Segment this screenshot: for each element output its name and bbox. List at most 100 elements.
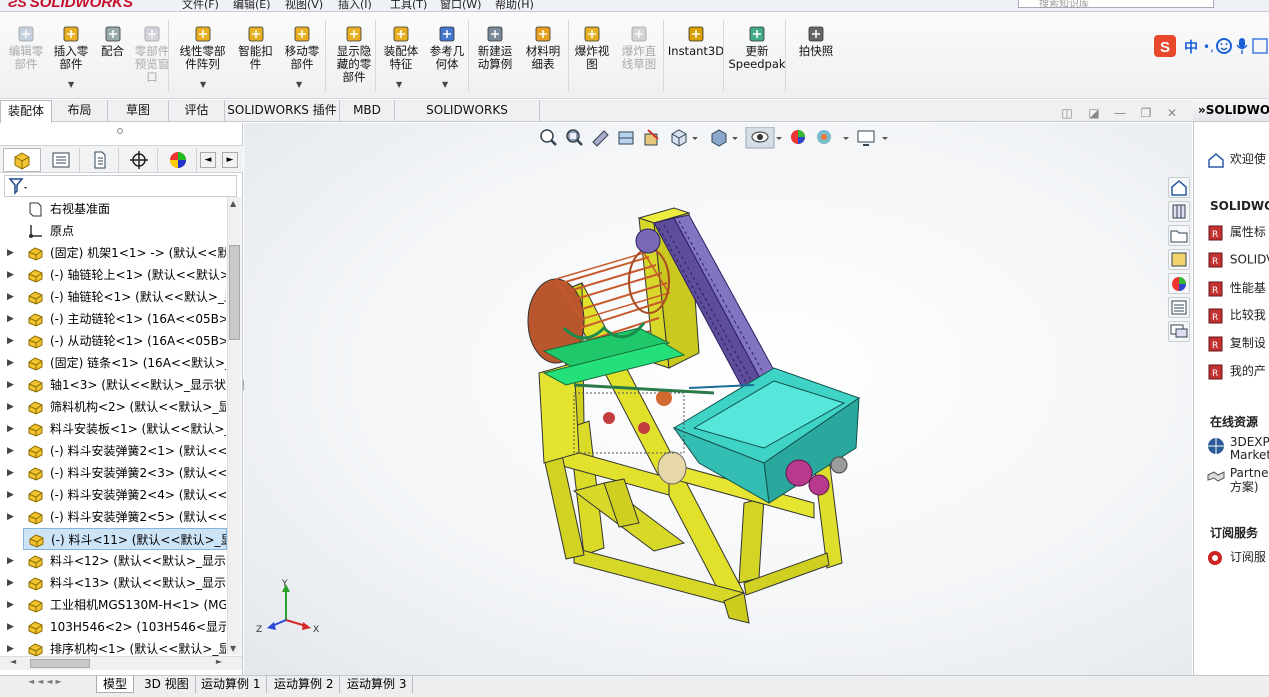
tp-design-library-tab[interactable]	[1168, 249, 1190, 270]
menu-view[interactable]: 视图(V)	[285, 0, 323, 11]
tab-nav-arrows[interactable]: ◄◄◄►	[28, 677, 90, 692]
tree-horizontal-scrollbar[interactable]: ◄ ►	[0, 656, 242, 670]
tab-model[interactable]: 模型	[96, 676, 135, 693]
tab-scroll-left[interactable]: ◄	[200, 152, 216, 168]
dropdown-arrow-icon[interactable]: ▼	[396, 80, 402, 89]
exploded-view-button[interactable]: 爆炸视 图	[571, 24, 613, 71]
tree-item[interactable]: ▶ (-) 料斗安装弹簧2<5> (默认<<默	[0, 506, 226, 528]
tp-item-solidworks[interactable]: R SOLIDV	[1206, 251, 1269, 269]
tree-item[interactable]: ▶ (-) 主动链轮<1> (16A<<05B>_	[0, 308, 226, 330]
tree-item[interactable]: ▶(-) 料斗<11> (默认<<默认>_显	[23, 528, 227, 550]
update-speedpak-button[interactable]: 更新 Speedpak	[727, 24, 787, 71]
search-input[interactable]: 搜索知识库	[1018, 0, 1214, 10]
task-pane-header[interactable]: »SOLIDWORKS	[1193, 100, 1269, 122]
tree-item[interactable]: ▶ (固定) 机架1<1> -> (默认<<默认	[0, 242, 226, 264]
tree-item[interactable]: ▶ 料斗<12> (默认<<默认>_显示状	[0, 550, 226, 572]
tree-item[interactable]: 右视基准面	[0, 198, 226, 220]
new-motion-study-button[interactable]: 新建运 动算例	[472, 24, 518, 71]
dropdown-arrow-icon[interactable]: ▼	[296, 80, 302, 89]
panel-splitter-handle[interactable]	[117, 128, 123, 134]
tile-left-icon[interactable]: ◫	[1060, 106, 1074, 120]
tp-subscription-item[interactable]: 订阅服	[1206, 548, 1266, 567]
tp-item-performance[interactable]: R 性能基	[1206, 279, 1266, 298]
tp-online-3dexperience[interactable]: 3DEXPE Market	[1206, 436, 1269, 462]
tree-vertical-scrollbar[interactable]: ▲ ▼	[227, 197, 241, 655]
solidworks-logo[interactable]: ƧS SOLIDWORKS	[8, 0, 133, 11]
tp-custom-properties-tab[interactable]	[1168, 297, 1190, 318]
dropdown-arrow-icon[interactable]: ▼	[68, 80, 74, 89]
dropdown-arrow-icon[interactable]: ▼	[200, 80, 206, 89]
scroll-left-icon[interactable]: ◄	[10, 657, 16, 666]
expand-arrow-icon[interactable]: ▶	[7, 418, 14, 440]
dropdown-arrow-icon[interactable]: ▼	[442, 80, 448, 89]
tab-display-manager[interactable]	[159, 148, 197, 172]
tree-item[interactable]: ▶ 103H546<2> (103H546<显示状	[0, 616, 226, 638]
tab-evaluate[interactable]: 评估	[169, 100, 225, 122]
tp-item-compare[interactable]: R 比较我	[1206, 306, 1266, 325]
bill-of-materials-button[interactable]: 材料明 细表	[520, 24, 566, 71]
menu-insert[interactable]: 插入(I)	[338, 0, 372, 11]
tree-item[interactable]: ▶ (固定) 链条<1> (16A<<默认>_显	[0, 352, 226, 374]
expand-arrow-icon[interactable]: ▶	[7, 396, 14, 418]
tab-configuration-manager[interactable]	[81, 148, 119, 172]
tree-item[interactable]: ▶ 料斗安装板<1> (默认<<默认>_	[0, 418, 226, 440]
tp-welcome[interactable]: 欢迎使	[1206, 150, 1266, 169]
insert-components-button[interactable]: 插入零 部件	[48, 24, 94, 71]
expand-arrow-icon[interactable]: ▶	[7, 374, 14, 396]
smart-fasteners-button[interactable]: 智能扣 件	[232, 24, 279, 71]
tree-item[interactable]: ▶ (-) 料斗安装弹簧2<4> (默认<<默	[0, 484, 226, 506]
tp-item-my-products[interactable]: R 我的产	[1206, 362, 1266, 381]
expand-arrow-icon[interactable]: ▶	[7, 440, 14, 462]
tree-item[interactable]: ▶ (-) 轴链轮<1> (默认<<默认>_显	[0, 286, 226, 308]
edit-component-button[interactable]: 编辑零 部件	[4, 24, 48, 71]
instant3d-button[interactable]: Instant3D	[666, 24, 726, 58]
expand-arrow-icon[interactable]: ▶	[7, 330, 14, 352]
tab-motion-study-2[interactable]: 运动算例 2	[268, 676, 341, 693]
expand-arrow-icon[interactable]: ▶	[7, 352, 14, 374]
filter-bar[interactable]	[4, 175, 237, 197]
tile-right-icon[interactable]: ◪	[1087, 106, 1101, 120]
show-hidden-button[interactable]: 显示隐 藏的零 部件	[330, 24, 378, 84]
tab-layout[interactable]: 布局	[52, 100, 108, 122]
expand-arrow-icon[interactable]: ▶	[7, 484, 14, 506]
tab-assembly[interactable]: 装配体	[0, 100, 52, 123]
tab-3d-view[interactable]: 3D 视图	[138, 676, 196, 693]
close-icon[interactable]: ✕	[1165, 106, 1179, 120]
tree-item[interactable]: ▶ 轴1<3> (默认<<默认>_显示状态	[0, 374, 226, 396]
tab-dimxpert[interactable]	[120, 148, 158, 172]
expand-arrow-icon[interactable]: ▶	[7, 264, 14, 286]
tab-property-manager[interactable]	[42, 148, 80, 172]
tab-motion-study-1[interactable]: 运动算例 1	[195, 676, 268, 693]
tab-addins[interactable]: SOLIDWORKS 插件	[225, 100, 340, 122]
tree-item[interactable]: ▶ (-) 料斗安装弹簧2<3> (默认<<默	[0, 462, 226, 484]
expand-arrow-icon[interactable]: ▶	[7, 506, 14, 528]
expand-arrow-icon[interactable]: ▶	[7, 462, 14, 484]
minimize-icon[interactable]: —	[1113, 106, 1127, 120]
tab-scroll-right[interactable]: ►	[222, 152, 238, 168]
tp-item-copy-settings[interactable]: R 复制设	[1206, 334, 1266, 353]
expand-arrow-icon[interactable]: ▶	[7, 308, 14, 330]
tp-appearances-tab[interactable]	[1168, 273, 1190, 294]
menu-edit[interactable]: 编辑(E)	[233, 0, 271, 11]
expand-arrow-icon[interactable]: ▶	[7, 616, 14, 638]
ime-toolbar[interactable]: S 中 •,	[1152, 33, 1269, 59]
scroll-up-icon[interactable]: ▲	[230, 199, 236, 208]
expand-arrow-icon[interactable]: ▶	[7, 286, 14, 308]
expand-arrow-icon[interactable]: ▶	[7, 242, 14, 264]
tree-item[interactable]: ▶ 筛料机构<2> (默认<<默认>_显	[0, 396, 226, 418]
tree-item[interactable]: ▶ 料斗<13> (默认<<默认>_显示状	[0, 572, 226, 594]
tree-item[interactable]: 原点	[0, 220, 226, 242]
tp-online-partner[interactable]: Partner 方案)	[1206, 466, 1269, 494]
scroll-down-icon[interactable]: ▼	[230, 644, 236, 653]
tp-forum-tab[interactable]	[1168, 321, 1190, 342]
move-component-button[interactable]: 移动零 部件	[280, 24, 324, 71]
mate-button[interactable]: 配合	[95, 24, 130, 58]
expand-arrow-icon[interactable]: ▶	[7, 572, 14, 594]
menu-window[interactable]: 窗口(W)	[440, 0, 481, 11]
restore-icon[interactable]: ❐	[1139, 106, 1153, 120]
linear-pattern-button[interactable]: 线性零部 件阵列	[175, 24, 230, 71]
menu-tools[interactable]: 工具(T)	[390, 0, 427, 11]
tp-home-tab[interactable]	[1168, 177, 1190, 198]
graphics-area[interactable]: Y X Z	[244, 123, 1192, 675]
expand-arrow-icon[interactable]: ▶	[7, 594, 14, 616]
